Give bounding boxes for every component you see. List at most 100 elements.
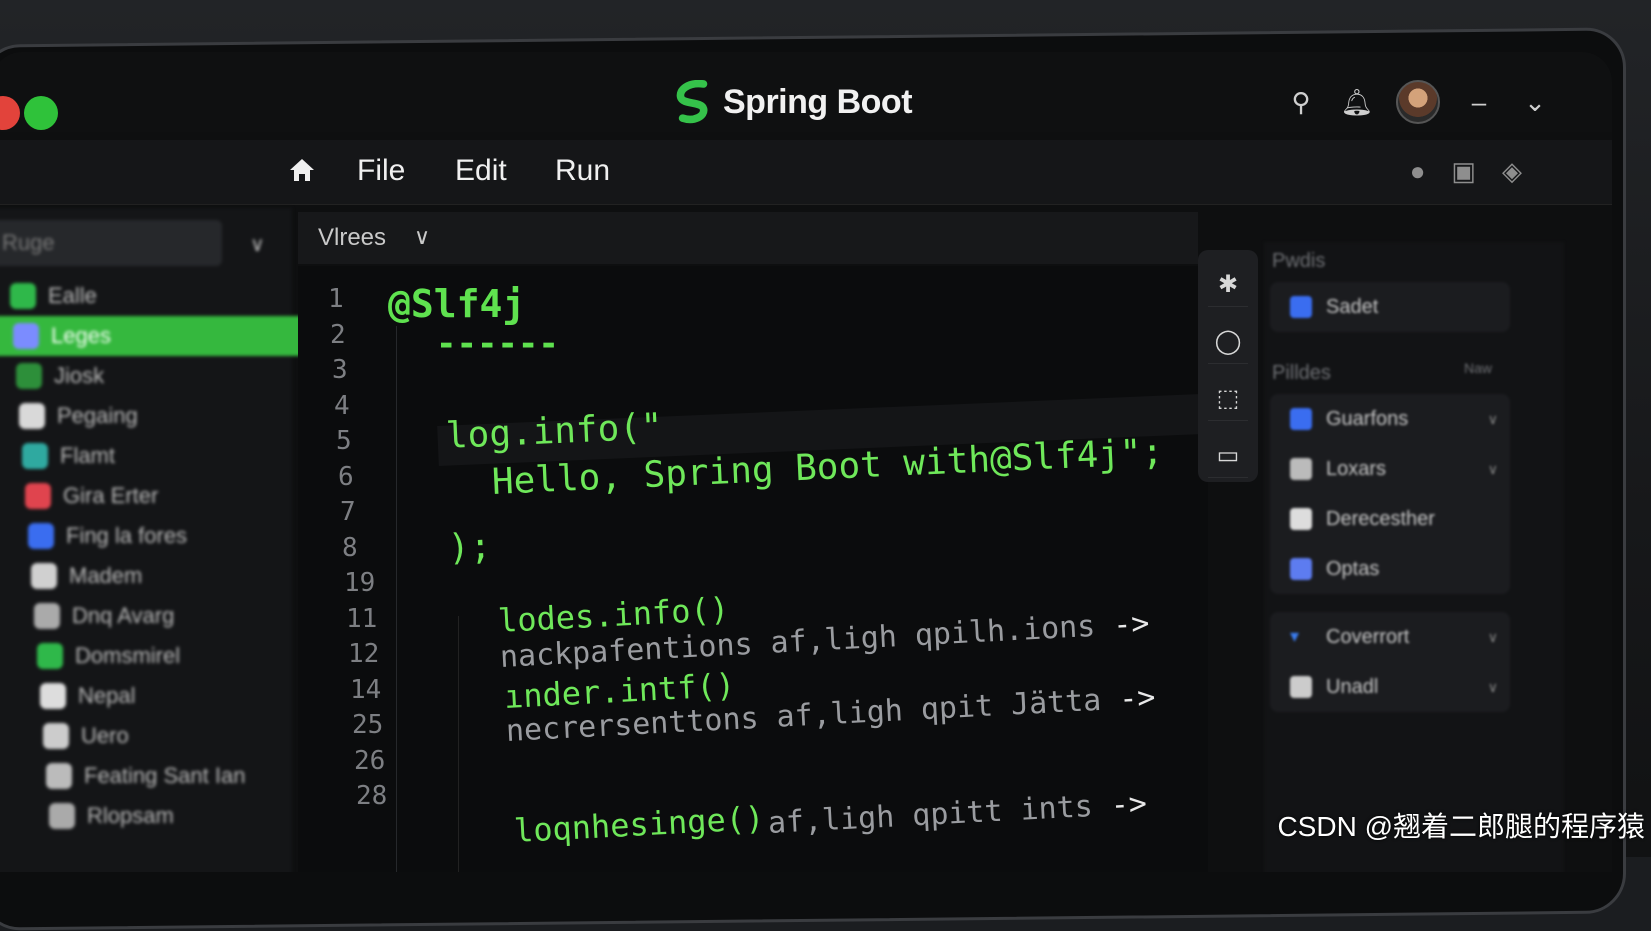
- chevron-down-icon: ∨: [1487, 410, 1498, 427]
- spring-logo-icon: [676, 80, 708, 124]
- user-icon[interactable]: ●: [1410, 156, 1426, 187]
- title-actions: ⚲ 🔔︎ – ⌄: [1284, 80, 1552, 124]
- code-block-3: loqnhesinge(): [513, 798, 766, 850]
- sidebar-search-input[interactable]: Ruge: [0, 220, 222, 266]
- section-hint: Naw: [1464, 360, 1493, 376]
- sidebar-item[interactable]: Rlopsam: [0, 796, 292, 836]
- lock-icon[interactable]: ▣: [1451, 156, 1476, 187]
- panel-item[interactable]: Loxars ∨: [1270, 444, 1510, 494]
- circle-icon[interactable]: ◯: [1208, 321, 1248, 364]
- line-number: 5: [336, 426, 352, 456]
- chevron-down-icon: ∨: [1487, 678, 1498, 695]
- code-block-3-desc: af,ligh qpitt ints ->: [767, 786, 1148, 841]
- close-window-button[interactable]: [0, 96, 20, 130]
- shield-icon[interactable]: ◈: [1502, 156, 1522, 187]
- line-number: 1: [328, 284, 344, 314]
- leaf-icon: [37, 643, 63, 669]
- arrow-text: ->: [1112, 605, 1151, 643]
- user-icon: [46, 763, 72, 789]
- line-number: 7: [340, 497, 356, 527]
- folder-icon: [16, 363, 42, 389]
- sidebar-item[interactable]: Pegaing: [0, 396, 292, 436]
- chevron-down-icon[interactable]: ⌄: [1518, 87, 1552, 118]
- app-window: Spring Boot ⚲ 🔔︎ – ⌄ File Edit Run ● ▣ ◈…: [0, 52, 1612, 872]
- grid-icon: [25, 483, 51, 509]
- panel-item[interactable]: ▾ Coverrort ∨: [1270, 612, 1510, 662]
- bell-icon[interactable]: 🔔︎: [1340, 87, 1374, 118]
- floating-toolbar: ✱ ◯ ⬚ ▭: [1198, 250, 1258, 482]
- brand: Spring Boot: [675, 80, 913, 124]
- sidebar-item[interactable]: Uero: [0, 716, 292, 756]
- sidebar-item[interactable]: Dnq Avarg: [0, 596, 292, 636]
- crop-icon[interactable]: ⬚: [1208, 378, 1248, 421]
- panel-item-label: Optas: [1326, 557, 1380, 580]
- code-annotation: @Slf4j: [388, 282, 526, 326]
- panel-item[interactable]: Optas: [1270, 544, 1510, 594]
- line-number: 2: [330, 319, 346, 350]
- line-number: 11: [346, 603, 378, 634]
- line-number: 8: [342, 532, 358, 563]
- line-number-gutter: 1 2 3 4 5 6 7 8 19 11 12 14 25 26 28: [328, 284, 388, 817]
- line-number: 28: [356, 781, 388, 811]
- home-icon[interactable]: [288, 156, 316, 184]
- view-selector[interactable]: Vlrees: [318, 224, 386, 252]
- cube-icon: [1290, 296, 1312, 318]
- panel-item[interactable]: Sadet: [1270, 282, 1510, 332]
- code-editor[interactable]: 1 2 3 4 5 6 7 8 19 11 12 14 25 26 28 @Slf4j ------ log…: [298, 266, 1219, 872]
- chevron-down-icon[interactable]: ∨: [414, 224, 430, 250]
- sidebar-item[interactable]: Ealle: [0, 276, 292, 316]
- panel-group-1: Guarfons ∨ Loxars ∨ Derecesther Optas: [1270, 394, 1510, 594]
- watermark: CSDN @翘着二郎腿的程序猿: [1277, 811, 1645, 842]
- diamond-icon: [28, 523, 54, 549]
- chevron-down-icon[interactable]: ∨: [250, 232, 265, 257]
- sidebar-item[interactable]: Fing la fores: [0, 516, 292, 556]
- panel-item-label: Loxars: [1326, 457, 1387, 480]
- avatar[interactable]: [1396, 80, 1440, 124]
- chevron-down-icon: ▾: [1290, 626, 1300, 646]
- sidebar-item[interactable]: Madem: [0, 556, 292, 596]
- panel-item[interactable]: Guarfons ∨: [1270, 394, 1510, 444]
- asterisk-icon[interactable]: ✱: [1208, 264, 1248, 307]
- indent-guide: [396, 326, 397, 872]
- menu-file[interactable]: File: [357, 154, 405, 188]
- chevron-down-icon: ∨: [1487, 460, 1498, 477]
- sidebar-item[interactable]: Domsmirel: [0, 636, 292, 676]
- window-icon: [1290, 558, 1312, 580]
- circle-icon: [10, 283, 36, 309]
- sidebar-item-label: Fing la fores: [66, 523, 188, 548]
- sidebar-list: Ealle Leges Jiosk Pegaing Flamt Gira Erter Fin…: [0, 276, 313, 836]
- panel-item-label: Unadl: [1326, 675, 1379, 698]
- sidebar-item[interactable]: Jiosk: [0, 356, 292, 396]
- line-number: 14: [350, 674, 382, 705]
- sidebar-item[interactable]: Gira Erter: [0, 476, 292, 516]
- comment-icon[interactable]: ▭: [1208, 435, 1248, 478]
- panel-group-2: ▾ Coverrort ∨ Unadl ∨: [1270, 612, 1510, 712]
- menu-bar: File Edit Run ● ▣ ◈: [0, 140, 1612, 205]
- indent-guide: [458, 616, 459, 872]
- sidebar-item-label: Leges: [51, 323, 111, 348]
- search-icon[interactable]: ⚲: [1284, 87, 1318, 118]
- panel-item-label: Derecesther: [1326, 507, 1435, 530]
- line-number: 6: [338, 461, 354, 492]
- line-number: 26: [354, 745, 386, 776]
- sidebar-item[interactable]: Leges: [0, 316, 313, 356]
- sidebar-item[interactable]: Feating Sant Ian: [0, 756, 292, 796]
- menu-run[interactable]: Run: [555, 154, 610, 188]
- panel-item[interactable]: Derecesther: [1270, 494, 1510, 544]
- sidebar-item-label: Ealle: [48, 283, 97, 308]
- menu-edit[interactable]: Edit: [455, 154, 507, 188]
- sidebar-item-label: Nepal: [78, 683, 136, 708]
- sidebar-item-label: Pegaing: [57, 403, 138, 428]
- sidebar-item-label: Feating Sant Ian: [84, 763, 246, 788]
- minimize-icon[interactable]: –: [1462, 87, 1496, 118]
- right-panel: Pwdis Sadet Pilldes Naw Guarfons ∨ Loxars…: [1264, 242, 1564, 872]
- title-bar: Spring Boot ⚲ 🔔︎ – ⌄: [0, 52, 1612, 132]
- sidebar-item[interactable]: Nepal: [0, 676, 292, 716]
- table-icon: [1290, 458, 1312, 480]
- line-number: 12: [348, 639, 380, 669]
- panel-item[interactable]: Unadl ∨: [1270, 662, 1510, 712]
- panel-item-label: Sadet: [1326, 295, 1379, 318]
- sidebar-item[interactable]: Flamt: [0, 436, 292, 476]
- zoom-window-button[interactable]: [24, 96, 58, 130]
- gear-icon: [1290, 408, 1312, 430]
